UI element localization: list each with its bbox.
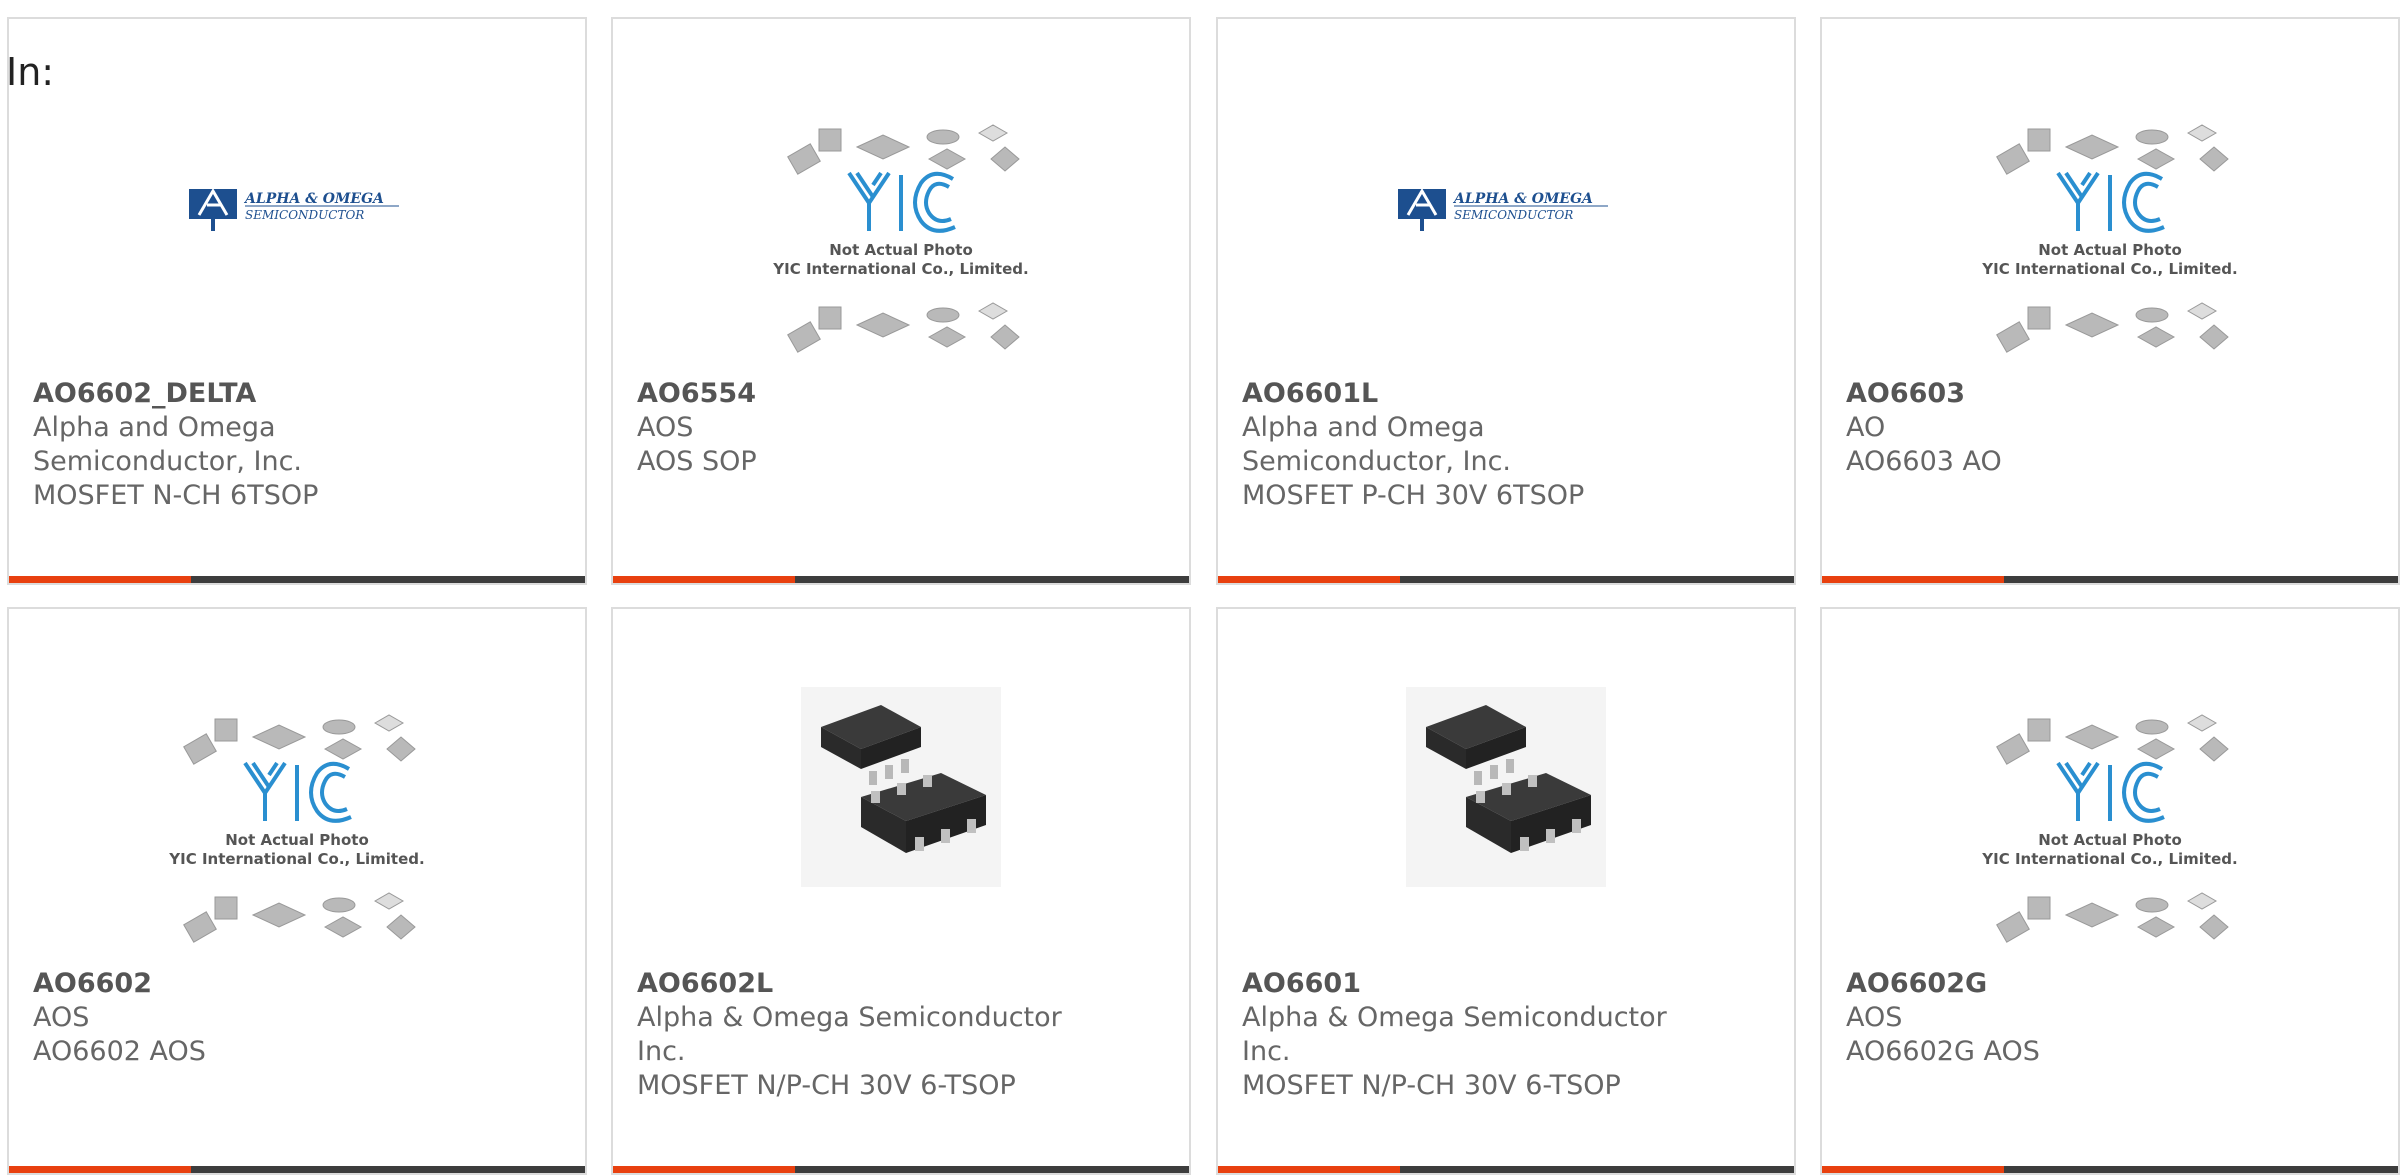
search-prefix-label: In: <box>6 50 55 94</box>
card-bottom-bar <box>1218 576 1794 583</box>
product-image[interactable] <box>1218 687 1794 969</box>
product-info: AO6601L Alpha and Omega Semiconductor, In… <box>1242 377 1682 513</box>
product-info: AO6602G AOS AO6602G AOS <box>1846 967 2286 1069</box>
description-label: MOSFET N/P-CH 30V 6-TSOP <box>637 1070 1016 1101</box>
component-sketches-top <box>787 124 1020 175</box>
manufacturer-label: AOS <box>637 412 694 443</box>
product-info: AO6601 Alpha & Omega Semiconductor Inc. MO… <box>1242 967 1682 1103</box>
description-label: AO6602 AOS <box>33 1036 206 1067</box>
product-card[interactable]: AO6602L Alpha & Omega Semiconductor Inc. M… <box>611 607 1191 1175</box>
yic-logo-icon <box>2056 171 2165 233</box>
logo-text-line-1: ALPHA & OMEGA <box>243 191 384 207</box>
placeholder-caption-1: Not Actual Photo <box>2038 831 2182 849</box>
yic-logo-icon <box>2056 761 2165 823</box>
placeholder-caption-2: YIC International Co., Limited. <box>1981 850 2237 868</box>
tsop-chip-photo-icon <box>1406 687 1606 887</box>
logo-text-line-2: SEMICONDUCTOR <box>1454 208 1573 222</box>
component-sketches-top <box>1996 124 2229 175</box>
card-accent-strip <box>9 1166 191 1173</box>
component-sketches-bottom <box>787 302 1020 353</box>
component-sketches-bottom <box>1996 302 2229 353</box>
card-bottom-bar <box>1218 1166 1794 1173</box>
placeholder-caption-2: YIC International Co., Limited. <box>168 850 424 868</box>
placeholder-caption-1: Not Actual Photo <box>2038 241 2182 259</box>
card-accent-strip <box>1218 1166 1400 1173</box>
product-info: AO6603 AO AO6603 AO <box>1846 377 2286 479</box>
logo-text-line-2: SEMICONDUCTOR <box>245 208 364 222</box>
component-sketches-top <box>1996 714 2229 765</box>
product-card[interactable]: AO6601 Alpha & Omega Semiconductor Inc. MO… <box>1216 607 1796 1175</box>
component-sketches-bottom <box>183 892 416 943</box>
yic-logo-icon <box>243 761 352 823</box>
tsop-chip-photo-icon <box>801 687 1001 887</box>
part-number-link[interactable]: AO6601L <box>1242 377 1682 411</box>
description-label: AO6602G AOS <box>1846 1036 2040 1067</box>
product-info: AO6602_DELTA Alpha and Omega Semiconducto… <box>33 377 473 513</box>
product-image[interactable]: ALPHA & OMEGA SEMICONDUCTOR <box>9 103 585 379</box>
manufacturer-label: Alpha & Omega Semiconductor Inc. <box>1242 1002 1667 1067</box>
manufacturer-label: AOS <box>1846 1002 1903 1033</box>
card-accent-strip <box>1218 576 1400 583</box>
product-card[interactable]: Not Actual Photo YIC International Co., L… <box>611 17 1191 585</box>
product-image[interactable]: Not Actual Photo YIC International Co., L… <box>613 103 1189 379</box>
product-image[interactable]: Not Actual Photo YIC International Co., L… <box>1822 693 2398 969</box>
product-card[interactable]: Not Actual Photo YIC International Co., L… <box>1820 17 2400 585</box>
placeholder-caption-2: YIC International Co., Limited. <box>772 260 1028 278</box>
component-sketches-bottom <box>1996 892 2229 943</box>
manufacturer-label: Alpha & Omega Semiconductor Inc. <box>637 1002 1062 1067</box>
part-number-link[interactable]: AO6602G <box>1846 967 2286 1001</box>
placeholder-caption-1: Not Actual Photo <box>225 831 369 849</box>
product-image[interactable]: Not Actual Photo YIC International Co., L… <box>1822 103 2398 379</box>
part-number-link[interactable]: AO6603 <box>1846 377 2286 411</box>
card-bottom-bar <box>9 576 585 583</box>
product-card[interactable]: ALPHA & OMEGA SEMICONDUCTOR AO6601L Alpha a… <box>1216 17 1796 585</box>
alpha-omega-logo-icon <box>189 188 237 231</box>
product-info: AO6554 AOS AOS SOP <box>637 377 1077 479</box>
part-number-link[interactable]: AO6602_DELTA <box>33 377 473 411</box>
card-bottom-bar <box>613 1166 1189 1173</box>
description-label: AO6603 AO <box>1846 446 2002 477</box>
manufacturer-label: Alpha and Omega Semiconductor, Inc. <box>33 412 302 477</box>
card-accent-strip <box>613 1166 795 1173</box>
card-accent-strip <box>1822 576 2004 583</box>
card-bottom-bar <box>613 576 1189 583</box>
alpha-omega-logo-icon <box>1398 188 1446 231</box>
product-info: AO6602L Alpha & Omega Semiconductor Inc. M… <box>637 967 1077 1103</box>
card-accent-strip <box>9 576 191 583</box>
manufacturer-label: AO <box>1846 412 1886 443</box>
manufacturer-label: AOS <box>33 1002 90 1033</box>
card-bottom-bar <box>1822 576 2398 583</box>
card-bottom-bar <box>9 1166 585 1173</box>
card-bottom-bar <box>1822 1166 2398 1173</box>
product-card[interactable]: Not Actual Photo YIC International Co., L… <box>7 607 587 1175</box>
placeholder-caption-2: YIC International Co., Limited. <box>1981 260 2237 278</box>
card-accent-strip <box>613 576 795 583</box>
part-number-link[interactable]: AO6554 <box>637 377 1077 411</box>
description-label: MOSFET P-CH 30V 6TSOP <box>1242 480 1585 511</box>
product-image[interactable]: ALPHA & OMEGA SEMICONDUCTOR <box>1218 103 1794 379</box>
part-number-link[interactable]: AO6602 <box>33 967 473 1001</box>
description-label: MOSFET N/P-CH 30V 6-TSOP <box>1242 1070 1621 1101</box>
product-image[interactable] <box>613 687 1189 969</box>
product-info: AO6602 AOS AO6602 AOS <box>33 967 473 1069</box>
description-label: AOS SOP <box>637 446 757 477</box>
yic-logo-icon <box>847 171 956 233</box>
description-label: MOSFET N-CH 6TSOP <box>33 480 319 511</box>
product-card[interactable]: Not Actual Photo YIC International Co., L… <box>1820 607 2400 1175</box>
card-accent-strip <box>1822 1166 2004 1173</box>
component-sketches-top <box>183 714 416 765</box>
product-card[interactable]: ALPHA & OMEGA SEMICONDUCTOR AO6602_DELTA Al… <box>7 17 587 585</box>
manufacturer-label: Alpha and Omega Semiconductor, Inc. <box>1242 412 1511 477</box>
placeholder-caption-1: Not Actual Photo <box>829 241 973 259</box>
part-number-link[interactable]: AO6602L <box>637 967 1077 1001</box>
logo-text-line-1: ALPHA & OMEGA <box>1452 191 1593 207</box>
product-image[interactable]: Not Actual Photo YIC International Co., L… <box>9 693 585 969</box>
part-number-link[interactable]: AO6601 <box>1242 967 1682 1001</box>
